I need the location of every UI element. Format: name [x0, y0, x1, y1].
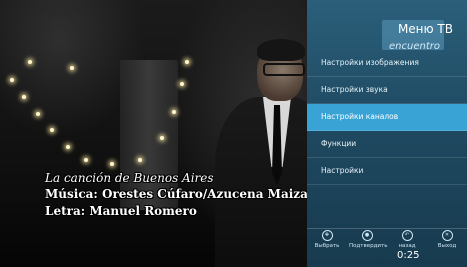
light-bulb	[172, 110, 176, 114]
menu-item-sound[interactable]: Настройки звука	[307, 77, 467, 104]
video-frame: La canción de Buenos Aires Música: Orest…	[0, 0, 310, 267]
back-button[interactable]: ↶ назад	[389, 230, 425, 249]
exit-button[interactable]: ✕ Выход	[429, 230, 465, 249]
light-bulb	[28, 60, 32, 64]
menu-divider	[307, 228, 467, 229]
back-icon: ↶	[401, 230, 413, 241]
song-title: La canción de Buenos Aires	[45, 171, 214, 185]
light-bulb	[84, 158, 88, 162]
singer-hair	[257, 39, 305, 61]
select-label: Выбрать	[314, 243, 340, 249]
light-bulb	[36, 112, 40, 116]
exit-label: Выход	[437, 243, 457, 249]
lyrics-credit: Letra: Manuel Romero	[45, 204, 197, 218]
menu-timer: 0:25	[397, 250, 420, 261]
singer-glasses	[263, 63, 305, 76]
menu-item-picture[interactable]: Настройки изображения	[307, 50, 467, 77]
select-button[interactable]: ✥ Выбрать	[309, 230, 345, 249]
light-bulb	[180, 82, 184, 86]
tv-screen: La canción de Buenos Aires Música: Orest…	[0, 0, 467, 267]
menu-list: Настройки изображения Настройки звука На…	[307, 50, 467, 185]
video-captions: La canción de Buenos Aires Música: Orest…	[45, 170, 310, 220]
menu-item-channels[interactable]: Настройки каналов	[307, 104, 467, 131]
light-bulb	[66, 145, 70, 149]
light-bulb	[22, 95, 26, 99]
singer-figure	[205, 35, 310, 267]
select-icon: ✥	[321, 230, 333, 241]
remote-hints: ✥ Выбрать ● Подтвердить ↶ назад ✕ Выход	[307, 230, 467, 260]
exit-icon: ✕	[441, 230, 453, 241]
light-bulb	[110, 162, 114, 166]
music-credit: Música: Orestes Cúfaro/Azucena Maizani	[45, 187, 310, 201]
confirm-button[interactable]: ● Подтвердить	[349, 230, 388, 249]
light-bulb	[138, 158, 142, 162]
light-bulb	[10, 78, 14, 82]
back-label: назад	[398, 243, 416, 249]
menu-item-settings[interactable]: Настройки	[307, 158, 467, 185]
light-bulb	[160, 136, 164, 140]
light-bulb	[185, 60, 189, 64]
light-bulb	[70, 66, 74, 70]
tv-menu-panel: Меню ТВ encuentro Настройки изображения …	[307, 0, 467, 267]
menu-item-functions[interactable]: Функции	[307, 131, 467, 158]
confirm-label: Подтвердить	[349, 243, 388, 249]
light-bulb	[50, 128, 54, 132]
menu-title: Меню ТВ	[397, 22, 453, 36]
ok-icon: ●	[361, 230, 373, 241]
